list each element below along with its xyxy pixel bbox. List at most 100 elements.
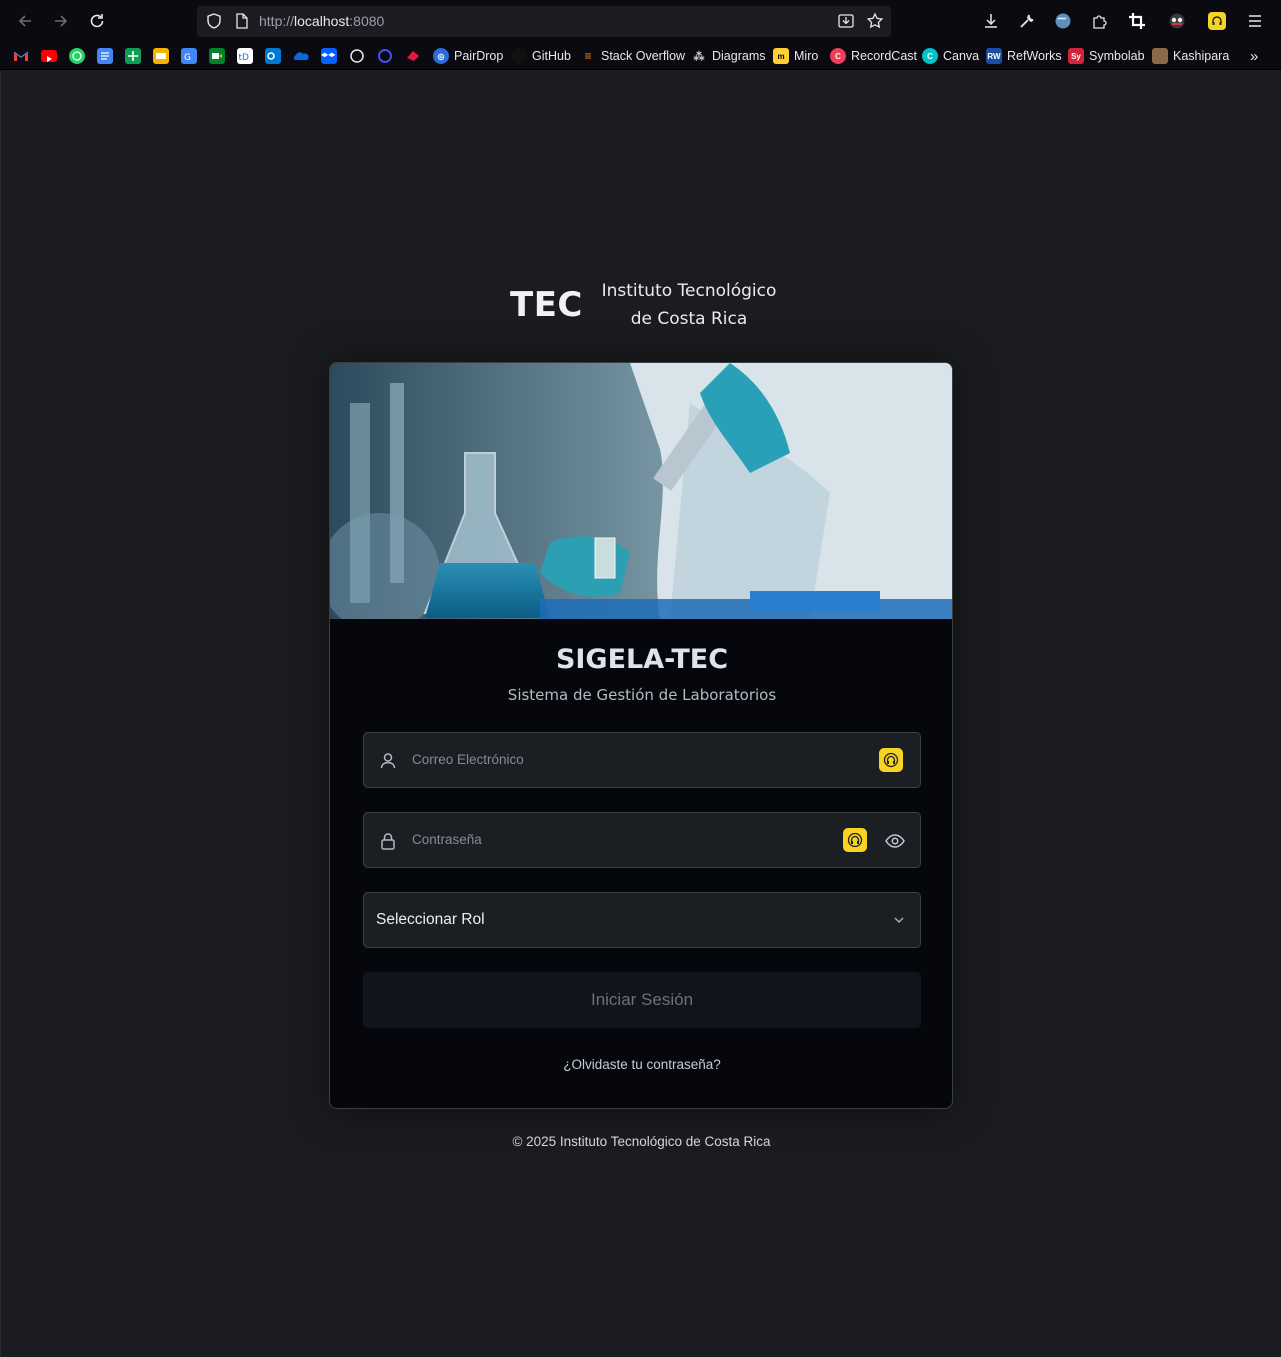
institute-name: Instituto Tecnológico de Costa Rica [599,277,779,333]
miro-icon: m [773,48,789,64]
dropbox-icon[interactable] [321,48,337,64]
bookmark-label: Stack Overflow [601,49,686,63]
bookmark-label: Kashipara [1173,49,1230,63]
dot-circle-icon[interactable] [377,48,393,64]
role-select-value: Seleccionar Rol [376,911,485,928]
forgot-password-link[interactable]: ¿Olvidaste tu contraseña? [330,1057,952,1072]
password-placeholder: Contraseña [412,832,482,847]
bookmark-pairdrop[interactable]: ◎ PairDrop [433,47,503,65]
stack-overflow-icon: ≡ [584,49,592,63]
google-meet-icon[interactable] [209,48,225,64]
devtools-button[interactable] [1016,10,1038,32]
onedrive-icon[interactable] [293,48,309,64]
email-placeholder: Correo Electrónico [412,752,524,767]
bookmark-stack-overflow[interactable]: ≡ Stack Overflow [580,47,685,65]
role-select[interactable]: Seleccionar Rol [363,892,921,948]
bookmark-diagrams[interactable]: ⁂ Diagrams [691,47,766,65]
crop-button[interactable] [1126,10,1148,32]
bookmark-recordcast[interactable]: C RecordCast [830,47,917,65]
reload-button[interactable] [83,8,111,34]
wrench-icon [1020,14,1034,28]
extensions-button[interactable] [1088,10,1110,32]
arrow-left-icon [18,15,31,27]
youtube-icon[interactable] [41,50,57,62]
svg-text:G: G [184,53,191,63]
bookmark-label: Diagrams [712,49,766,63]
bookmark-label: RecordCast [851,49,917,63]
extension-audio-button[interactable] [1206,10,1228,32]
url-host: localhost [294,13,350,29]
google-docs-icon[interactable] [97,48,113,64]
downloads-button[interactable] [980,10,1002,32]
canva-icon: C [922,48,938,64]
shield-icon[interactable] [205,12,223,30]
bookmark-label: Symbolab [1089,49,1145,63]
puzzle-icon [1093,15,1107,29]
login-card: SIGELA-TEC Sistema de Gestión de Laborat… [329,362,953,1109]
bookmark-github[interactable]: GitHub [511,47,571,65]
bookmark-kashipara[interactable]: Kashipara [1152,47,1229,65]
kashipara-icon [1152,48,1168,64]
download-icon [985,14,997,28]
extension-globe-button[interactable] [1052,10,1074,32]
forward-button[interactable] [47,8,75,34]
bookmark-label: PairDrop [454,49,504,63]
url-text[interactable]: http://localhost:8080 [259,13,384,29]
menu-button[interactable] [1244,10,1266,32]
bookmark-star-icon[interactable] [866,12,884,30]
google-translate-icon[interactable]: G [181,48,197,64]
bookmarks-overflow-button[interactable]: » [1250,47,1258,65]
whatsapp-icon[interactable] [69,48,85,64]
google-sheets-icon[interactable] [125,48,141,64]
recordcast-icon: C [830,48,846,64]
bookmark-label: GitHub [532,49,571,63]
show-password-eye-icon[interactable] [884,830,906,852]
url-port: :8080 [349,13,385,29]
google-slides-icon[interactable] [153,48,169,64]
hamburger-menu-icon [1249,15,1261,27]
url-scheme: http:// [259,13,295,29]
globe-icon [1055,13,1071,29]
svg-text:tD: tD [239,53,250,63]
bookmark-miro[interactable]: m Miro [773,47,818,65]
bookmark-label: Miro [794,49,819,63]
email-field[interactable]: Correo Electrónico [363,732,921,788]
page-content: TEC Instituto Tecnológico de Costa Rica [0,71,1281,1357]
bookmark-refworks[interactable]: RW RefWorks [986,47,1062,65]
bookmark-label: Canva [943,49,980,63]
extension-face-icon [1169,13,1185,29]
outlook-icon[interactable] [265,48,281,64]
crop-icon [1129,13,1145,29]
pairdrop-icon: ◎ [433,48,449,64]
bookmarks-bar: G tD ◎ PairDrop GitHub ≡ Stack Overflow ⁂ D… [0,42,1281,70]
extension-face-button[interactable] [1166,10,1188,32]
headphones-icon [1208,12,1226,30]
reload-icon [90,14,104,28]
save-page-icon[interactable] [837,12,855,30]
institute-line-2: de Costa Rica [630,309,748,329]
bookmark-label: RefWorks [1007,49,1062,63]
back-button[interactable] [11,8,39,34]
chevron-down-icon [894,917,904,924]
chevron-double-right-icon: » [1250,47,1259,65]
app-subtitle: Sistema de Gestión de Laboratorios [507,686,777,704]
tdrive-icon[interactable]: tD [237,48,253,64]
refworks-icon: RW [986,48,1002,64]
url-bar[interactable]: http://localhost:8080 [197,6,891,37]
tec-logo: TEC [510,285,583,325]
password-field[interactable]: Contraseña [363,812,921,868]
gmail-icon[interactable] [13,48,29,64]
red-bird-icon[interactable] [405,48,421,64]
browser-toolbar: http://localhost:8080 [0,0,1281,42]
bookmark-symbolab[interactable]: Sy Symbolab [1068,47,1145,65]
page-icon[interactable] [233,12,251,30]
diagrams-icon: ⁂ [693,50,705,63]
footer-copyright: © 2025 Instituto Tecnológico de Costa Ri… [512,1134,771,1149]
user-icon [380,753,396,769]
headphones-icon[interactable] [879,748,903,772]
app-title: SIGELA-TEC [555,644,729,675]
login-button[interactable]: Iniciar Sesión [363,972,921,1028]
headphones-icon[interactable] [843,828,867,852]
github-octo-icon[interactable] [349,48,365,64]
bookmark-canva[interactable]: C Canva [922,47,979,65]
